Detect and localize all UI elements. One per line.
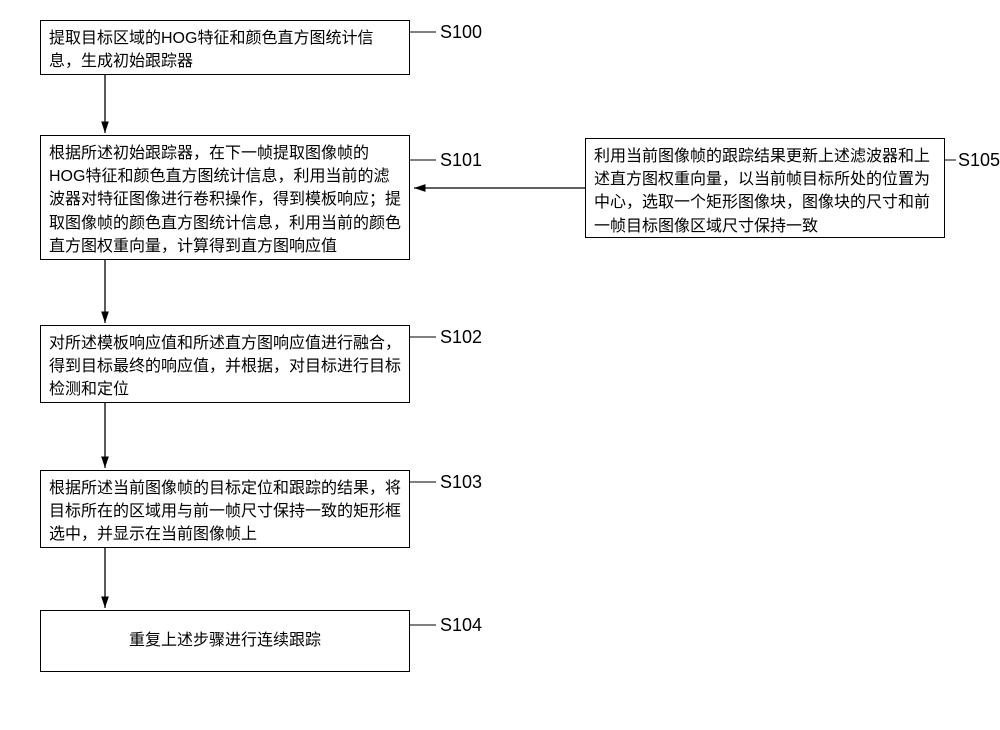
step-s100-text: 提取目标区域的HOG特征和颜色直方图统计信息，生成初始跟踪器 (49, 30, 373, 70)
step-s102-label: S102 (440, 327, 482, 348)
step-s102: 对所述模板响应值和所述直方图响应值进行融合，得到目标最终的响应值，并根据，对目标… (40, 325, 410, 403)
step-s105: 利用当前图像帧的跟踪结果更新上述滤波器和上述直方图权重向量，以当前帧目标所处的位… (585, 138, 945, 238)
step-s104-text: 重复上述步骤进行连续跟踪 (129, 629, 321, 652)
step-s100-label: S100 (440, 22, 482, 43)
step-s101-label: S101 (440, 150, 482, 171)
step-s103: 根据所述当前图像帧的目标定位和跟踪的结果，将目标所在的区域用与前一帧尺寸保持一致… (40, 470, 410, 548)
step-s105-label: S105 (958, 150, 1000, 171)
step-s102-text: 对所述模板响应值和所述直方图响应值进行融合，得到目标最终的响应值，并根据，对目标… (49, 335, 401, 398)
step-s103-label: S103 (440, 472, 482, 493)
step-s104-label: S104 (440, 615, 482, 636)
step-s103-text: 根据所述当前图像帧的目标定位和跟踪的结果，将目标所在的区域用与前一帧尺寸保持一致… (49, 480, 401, 543)
step-s100: 提取目标区域的HOG特征和颜色直方图统计信息，生成初始跟踪器 (40, 20, 410, 75)
step-s101: 根据所述初始跟踪器，在下一帧提取图像帧的HOG特征和颜色直方图统计信息，利用当前… (40, 135, 410, 260)
step-s105-text: 利用当前图像帧的跟踪结果更新上述滤波器和上述直方图权重向量，以当前帧目标所处的位… (594, 148, 930, 235)
step-s101-text: 根据所述初始跟踪器，在下一帧提取图像帧的HOG特征和颜色直方图统计信息，利用当前… (49, 145, 401, 255)
step-s104: 重复上述步骤进行连续跟踪 (40, 610, 410, 672)
